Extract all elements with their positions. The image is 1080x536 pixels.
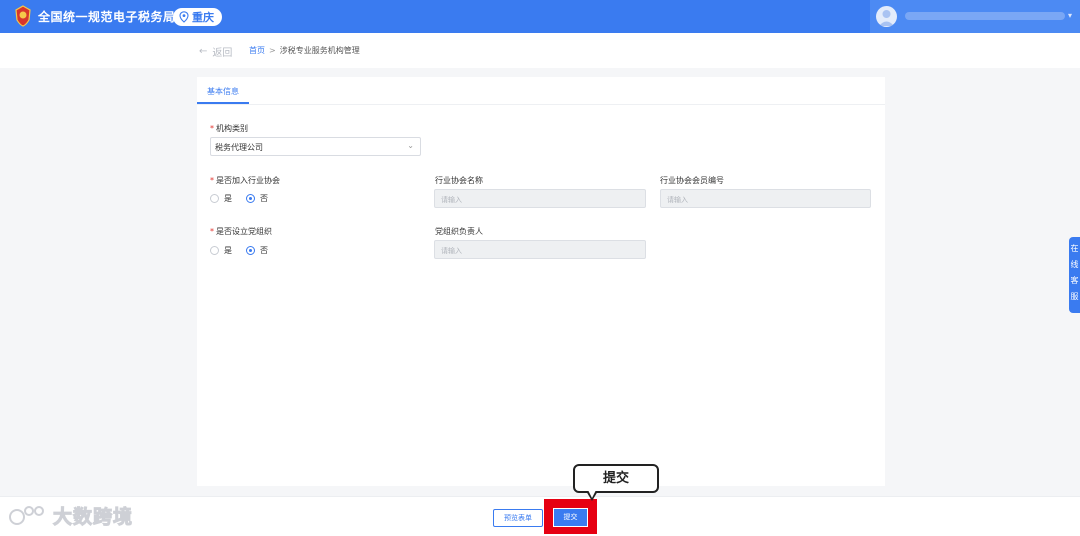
radio-option-yes[interactable]: 是 [210, 245, 232, 256]
app-title: 全国统一规范电子税务局 [38, 10, 176, 24]
submit-callout: 提交 [573, 464, 659, 493]
breadcrumb: 首页 > 涉税专业服务机构管理 [249, 45, 360, 56]
party-leader-input[interactable]: 请输入 [434, 240, 646, 259]
user-avatar-icon [879, 10, 894, 26]
breadcrumb-home-link[interactable]: 首页 [249, 45, 265, 56]
breadcrumb-separator: > [269, 46, 276, 55]
radio-option-yes[interactable]: 是 [210, 193, 232, 204]
online-service-tab[interactable]: 在线客服 [1069, 237, 1080, 313]
tax-emblem-icon [15, 5, 31, 27]
association-member-no-input[interactable]: 请输入 [660, 189, 871, 208]
watermark: 大数跨境 [9, 502, 133, 529]
submit-button[interactable]: 提交 [553, 508, 588, 527]
arrow-left-icon: ← [199, 46, 208, 57]
org-type-select[interactable]: 税务代理公司 ⌄ [210, 137, 421, 156]
watermark-text: 大数跨境 [52, 506, 134, 529]
chevron-down-icon: ⌄ [407, 141, 414, 150]
association-name-input[interactable]: 请输入 [434, 189, 646, 208]
city-selector[interactable]: 重庆 [173, 8, 222, 26]
callout-tail-inner [588, 490, 596, 498]
city-label: 重庆 [192, 11, 214, 24]
org-type-label: * 机构类别 [210, 124, 248, 133]
radio-yes[interactable] [210, 194, 219, 203]
party-leader-label: 党组织负责人 [435, 227, 483, 236]
radio-yes[interactable] [210, 246, 219, 255]
preview-form-button[interactable]: 预览表单 [493, 509, 543, 527]
association-name-label: 行业协会名称 [435, 176, 483, 185]
location-pin-icon [179, 11, 189, 23]
association-member-no-label: 行业协会会员编号 [660, 176, 724, 185]
breadcrumb-current: 涉税专业服务机构管理 [279, 46, 360, 55]
tab-basic-info[interactable]: 基本信息 [197, 84, 249, 104]
join-association-label: * 是否加入行业协会 [210, 176, 280, 185]
tab-divider [197, 104, 885, 105]
radio-option-no[interactable]: 否 [246, 245, 268, 256]
chevron-down-icon[interactable]: ▾ [1068, 11, 1072, 20]
join-association-radio-group: 是 否 [210, 193, 282, 204]
online-service-label: 在线客服 [1070, 244, 1079, 301]
back-button[interactable]: ← 返回 [199, 44, 232, 59]
party-org-radio-group: 是 否 [210, 245, 282, 256]
radio-option-no[interactable]: 否 [246, 193, 268, 204]
breadcrumb-bar [0, 33, 1080, 68]
radio-no-selected[interactable] [246, 246, 255, 255]
party-org-label: * 是否设立党组织 [210, 227, 272, 236]
radio-no-selected[interactable] [246, 194, 255, 203]
avatar[interactable] [876, 6, 897, 27]
back-label: 返回 [212, 48, 233, 59]
org-type-value: 税务代理公司 [215, 143, 263, 152]
user-name-obscured [905, 12, 1065, 20]
watermark-logo-icon [9, 505, 44, 525]
